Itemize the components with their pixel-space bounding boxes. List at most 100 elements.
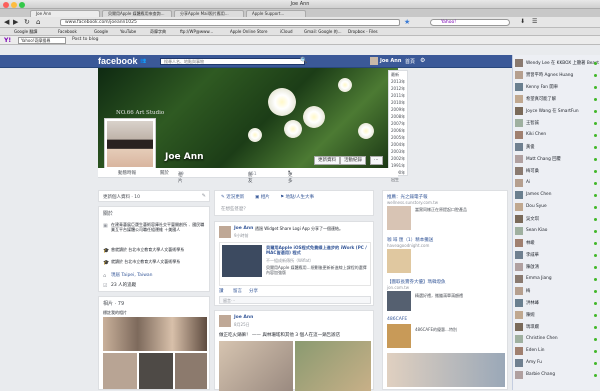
bookmark-item[interactable]: Google 翻譯 xyxy=(14,28,37,36)
tab-joe-ann[interactable]: Joe Ann xyxy=(30,10,100,17)
update-info-button[interactable]: 更新資料 xyxy=(314,156,340,165)
chat-contact[interactable]: 希望真可能了解 xyxy=(515,95,599,104)
post-photo[interactable] xyxy=(219,341,293,391)
minimize-window-button[interactable] xyxy=(11,2,17,8)
home-icon[interactable]: ⌂ xyxy=(36,18,40,26)
chat-contact[interactable]: 陳婉 xyxy=(515,311,599,320)
settings-icon[interactable]: ⚙ xyxy=(420,57,425,64)
ad-image[interactable] xyxy=(387,291,411,311)
status-tab[interactable]: ✎ 近況更新 xyxy=(221,194,244,200)
comment-input[interactable]: 留言⋯ xyxy=(219,296,371,304)
location-text[interactable]: 現居 Taipei, Taiwan xyxy=(111,272,152,278)
zoom-window-button[interactable] xyxy=(19,2,25,8)
facebook-logo[interactable]: facebook xyxy=(98,56,138,66)
chat-contact[interactable]: 林峻 xyxy=(515,239,599,248)
ad-image[interactable] xyxy=(387,324,411,348)
back-icon[interactable]: ◀ xyxy=(4,18,9,26)
activity-log-button[interactable]: 活動紀錄 xyxy=(340,156,366,165)
year-item[interactable]: 最新 xyxy=(389,71,407,78)
bookmark-item[interactable]: Apple Online Store xyxy=(230,28,267,36)
tab-3[interactable]: 分享Apple Mail照片應用... xyxy=(174,10,244,17)
year-item[interactable]: 2011年 xyxy=(389,92,407,99)
comment-button[interactable]: 留言 xyxy=(233,288,242,294)
year-item[interactable]: 2005年 xyxy=(389,134,407,141)
yahoo-search-input[interactable]: Yahoo!奇摩搜尋 xyxy=(18,37,66,44)
friend-requests-icon[interactable]: 👥 xyxy=(140,58,146,64)
chat-contact[interactable]: 王智誠 xyxy=(515,119,599,128)
chat-contact[interactable]: Amy Fu xyxy=(515,359,599,368)
post-photo[interactable] xyxy=(295,341,371,391)
chat-contact[interactable]: 洪林峰 xyxy=(515,299,599,308)
tab-timeline[interactable]: 動態時報 xyxy=(118,170,136,176)
photos-title[interactable]: 相片 · 79 xyxy=(103,300,124,307)
chat-contact[interactable]: Eden Lin xyxy=(515,347,599,356)
chat-contact[interactable]: 瑪琪嫺 xyxy=(515,323,599,332)
bookmark-item[interactable]: iCloud xyxy=(280,28,293,36)
avatar[interactable] xyxy=(219,226,231,238)
photo-thumbnail[interactable] xyxy=(103,353,137,389)
tab-4[interactable]: Apple Support... xyxy=(246,10,306,17)
chat-contact[interactable]: Kiki Chen xyxy=(515,131,599,140)
album-label[interactable]: 標註我的相片 xyxy=(103,310,127,316)
chat-contact[interactable]: 陳啟鴻 xyxy=(515,263,599,272)
year-item[interactable]: 2010年 xyxy=(389,99,407,106)
photo-thumbnail[interactable] xyxy=(175,353,207,389)
photo-tab[interactable]: ▣ 相片 xyxy=(255,194,270,200)
bookmark-item[interactable]: 奇摩字典 xyxy=(150,28,166,36)
chat-contact[interactable]: Dou Syue xyxy=(515,203,599,212)
chat-contact[interactable]: Wendy Lee 在 KKBOX 上聽著 Beast xyxy=(515,59,599,68)
year-item[interactable]: 2009年 xyxy=(389,106,407,113)
chat-contact[interactable]: 黃俊 xyxy=(515,143,599,152)
year-item[interactable]: 2007年 xyxy=(389,120,407,127)
close-window-button[interactable] xyxy=(3,2,9,8)
home-link[interactable]: 首頁 xyxy=(405,58,415,65)
followers-text[interactable]: 23 人的追蹤 xyxy=(111,282,136,288)
search-icon[interactable]: 🔍 xyxy=(300,57,307,64)
ad-image[interactable] xyxy=(387,353,505,387)
edit-icon[interactable]: ✎ xyxy=(202,193,206,199)
year-item[interactable]: 2003年 xyxy=(389,148,407,155)
bookmark-item[interactable]: Google xyxy=(94,28,108,36)
ad-image[interactable] xyxy=(387,249,411,273)
bookmark-item[interactable]: Dropbox - Files xyxy=(348,28,378,36)
chat-contact[interactable]: Matt Chang 回覆 xyxy=(515,155,599,164)
tab-2[interactable]: 貝爾用Apple 媒體應用來查詢... xyxy=(102,10,172,17)
reload-icon[interactable]: ↻ xyxy=(24,18,30,26)
chat-contact[interactable]: Joyce Wang 在 SmartFun xyxy=(515,107,599,116)
chat-contact[interactable]: Emma Jiang xyxy=(515,275,599,284)
status-input[interactable]: 在想些甚麼？ xyxy=(221,206,248,212)
forward-icon[interactable]: ▶ xyxy=(13,18,18,26)
chat-contact[interactable]: 梅 xyxy=(515,287,599,296)
photo-thumbnail[interactable] xyxy=(103,317,207,351)
year-item[interactable]: 2012年 xyxy=(389,85,407,92)
ad-title[interactable]: 486CAFE xyxy=(387,317,407,322)
like-button[interactable]: 讚 xyxy=(219,288,224,294)
year-item[interactable]: 2006年 xyxy=(389,127,407,134)
post-author[interactable]: Joe Ann xyxy=(234,315,253,320)
year-item[interactable]: 2002年 xyxy=(389,155,407,162)
download-icon[interactable]: ⬇ xyxy=(520,18,525,25)
chat-contact[interactable]: 梅可桑 xyxy=(515,167,599,176)
update-profile-box[interactable]: 更新個人資料 · 10 ✎ xyxy=(98,190,210,202)
post-to-blog-button[interactable]: Post to blog xyxy=(72,37,99,42)
user-chip[interactable]: Joe Ann xyxy=(380,58,401,64)
avatar[interactable] xyxy=(370,57,378,65)
share-button[interactable]: 分享 xyxy=(249,288,258,294)
chat-contact[interactable]: James Chen xyxy=(515,191,599,200)
more-options-button[interactable]: ⋯ xyxy=(370,156,383,165)
chat-contact[interactable]: Barbie Chang xyxy=(515,371,599,380)
chat-contact[interactable]: Kenny Fan 開車 xyxy=(515,83,599,92)
chat-contact[interactable]: 吳文琪 xyxy=(515,215,599,224)
year-item[interactable]: 2004年 xyxy=(389,141,407,148)
search-input[interactable]: Yahoo! xyxy=(430,19,510,26)
post-time[interactable]: 9小時前 xyxy=(234,233,249,239)
bookmark-item[interactable]: Facebook xyxy=(58,28,77,36)
chat-contact[interactable]: Sean Kiao xyxy=(515,227,599,236)
profile-picture[interactable] xyxy=(104,118,156,170)
photo-thumbnail[interactable] xyxy=(139,353,173,389)
place-tab[interactable]: ⚑ 地點/人生大事 xyxy=(280,194,314,200)
bookmark-item[interactable]: YouTube xyxy=(120,28,136,36)
link-title[interactable]: 貝爾用Apple iOS程式免費線上進步的 iWork (PC / MAC皆適用… xyxy=(266,245,370,255)
chat-contact[interactable]: Christine Chen xyxy=(515,335,599,344)
chat-contact[interactable]: 實習平時 Agnes Huang xyxy=(515,71,599,80)
